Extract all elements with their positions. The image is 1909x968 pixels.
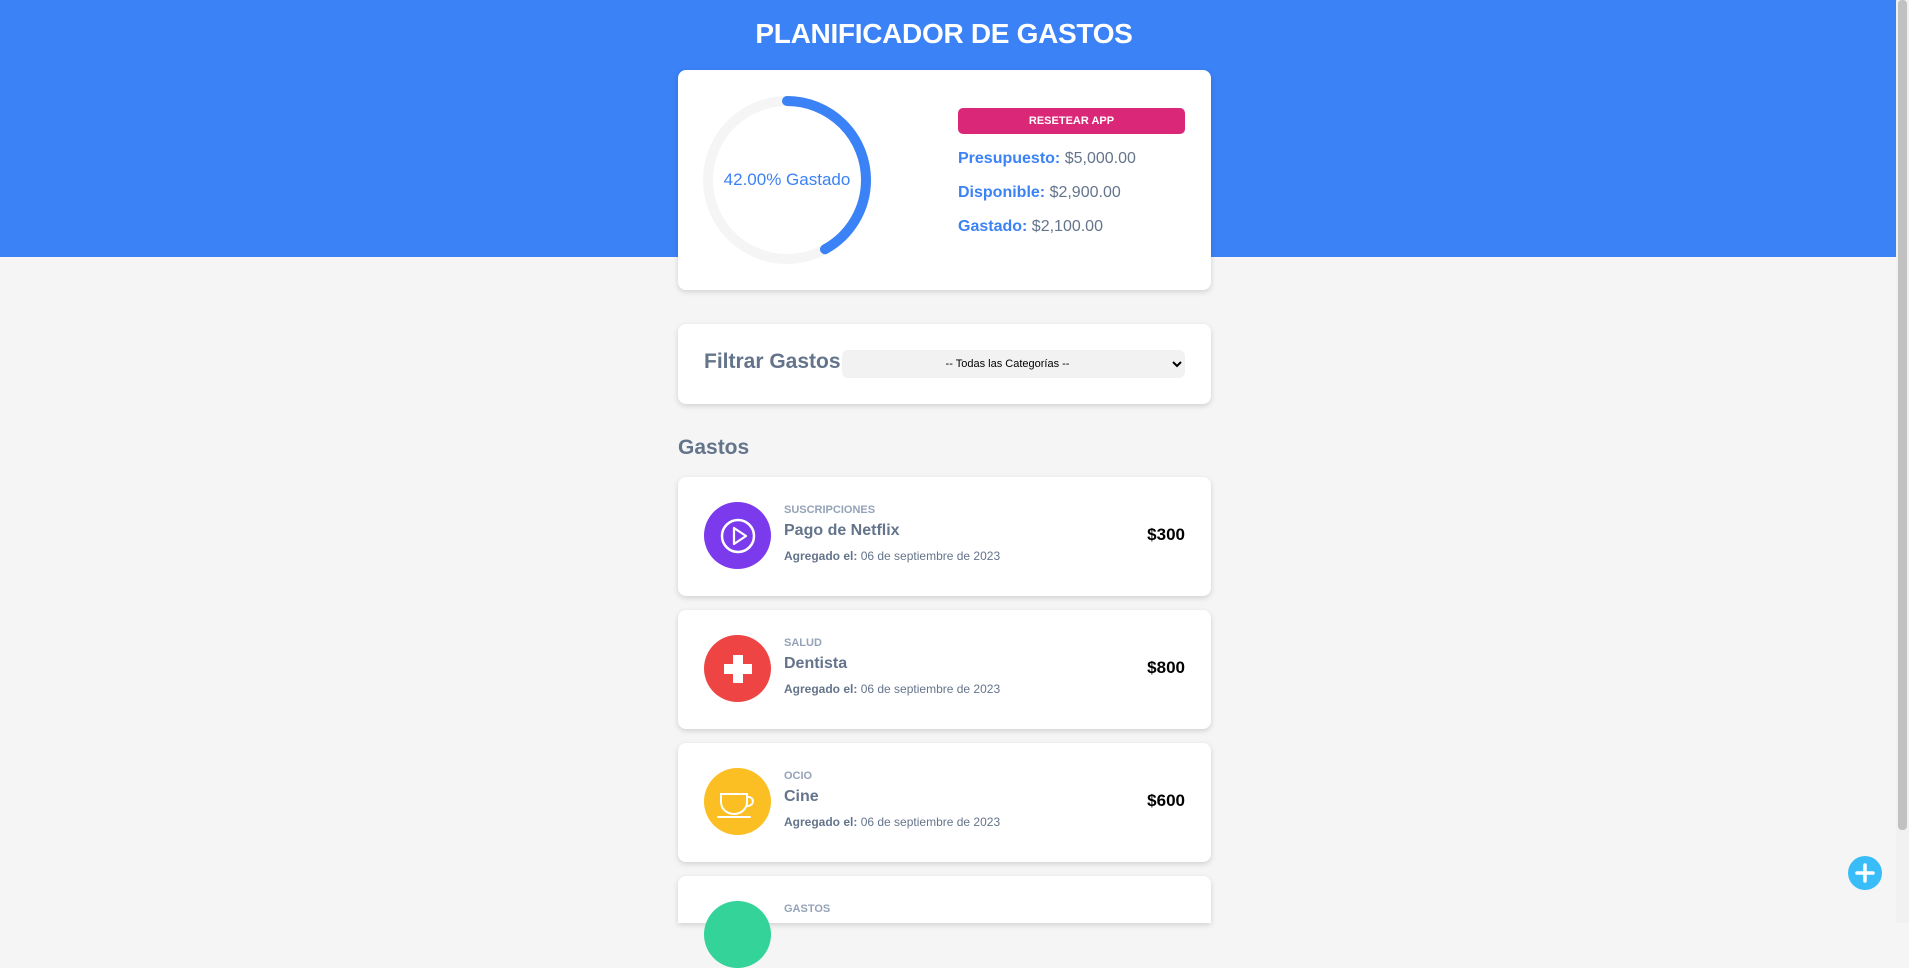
expense-date: Agregado el: 06 de septiembre de 2023 [784, 682, 1000, 696]
medical-cross-icon [704, 635, 771, 702]
expense-item[interactable]: SUSCRIPCIONES Pago de Netflix Agregado e… [678, 477, 1211, 596]
date-value: 06 de septiembre de 2023 [860, 815, 1001, 829]
coffee-cup-icon [704, 768, 771, 835]
expense-category: SUSCRIPCIONES [784, 504, 876, 516]
stat-value: $5,000.00 [1064, 150, 1136, 167]
available-stat: Disponible: $2,900.00 [958, 184, 1121, 202]
stat-value: $2,900.00 [1049, 184, 1121, 201]
expenses-title: Gastos [678, 436, 750, 459]
scrollbar[interactable] [1896, 0, 1909, 923]
date-value: 06 de septiembre de 2023 [860, 682, 1001, 696]
date-prefix: Agregado el: [784, 815, 858, 829]
expense-category: GASTOS [784, 903, 831, 915]
add-expense-button[interactable] [1848, 856, 1882, 890]
expense-date: Agregado el: 06 de septiembre de 2023 [784, 815, 1000, 829]
filter-label: Filtrar Gastos [704, 350, 841, 373]
expense-amount: $800 [1147, 658, 1185, 677]
expense-item[interactable]: SALUD Dentista Agregado el: 06 de septie… [678, 610, 1211, 729]
expense-name: Pago de Netflix [784, 522, 900, 539]
stat-value: $2,100.00 [1031, 218, 1103, 235]
category-filter-select[interactable]: -- Todas las Categorías -- [842, 350, 1185, 378]
date-value: 06 de septiembre de 2023 [860, 549, 1001, 563]
scrollbar-thumb[interactable] [1898, 0, 1907, 830]
expense-date: Agregado el: 06 de septiembre de 2023 [784, 549, 1000, 563]
budget-stat: Presupuesto: $5,000.00 [958, 150, 1136, 168]
stat-label: Presupuesto: [958, 150, 1061, 167]
expense-name: Cine [784, 788, 819, 805]
date-prefix: Agregado el: [784, 549, 858, 563]
expense-item[interactable]: OCIO Cine Agregado el: 06 de septiembre … [678, 743, 1211, 862]
filter-card: Filtrar Gastos -- Todas las Categorías -… [678, 324, 1211, 404]
reset-app-button[interactable]: RESETEAR APP [958, 108, 1185, 134]
expense-category: SALUD [784, 637, 822, 649]
page-title: PLANIFICADOR DE GASTOS [755, 18, 1133, 49]
stat-label: Gastado: [958, 218, 1028, 235]
expense-name: Dentista [784, 655, 848, 672]
budget-card: 42.00% Gastado RESETEAR APP Presupuesto:… [678, 70, 1211, 290]
plus-icon [1855, 863, 1875, 883]
date-prefix: Agregado el: [784, 682, 858, 696]
stat-label: Disponible: [958, 184, 1046, 201]
category-icon [704, 901, 771, 968]
play-icon [704, 502, 771, 569]
expense-amount: $300 [1147, 525, 1185, 544]
expense-item[interactable]: GASTOS [678, 876, 1211, 968]
spent-stat: Gastado: $2,100.00 [958, 218, 1103, 236]
progress-label: 42.00% Gastado [723, 170, 851, 189]
expense-category: OCIO [784, 770, 813, 782]
expense-amount: $600 [1147, 791, 1185, 810]
